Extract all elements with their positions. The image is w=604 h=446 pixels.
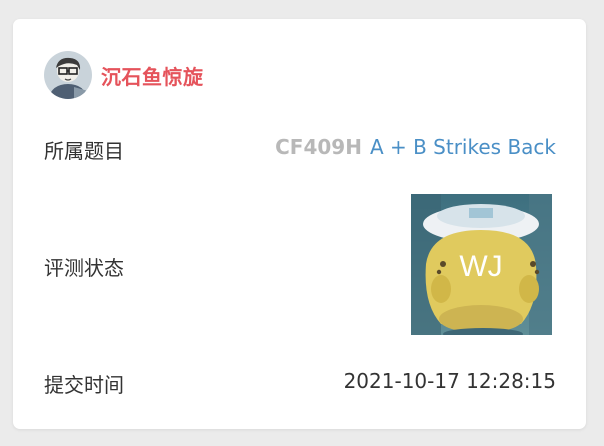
problem-link[interactable]: CF409H A + B Strikes Back — [275, 135, 556, 159]
submit-time: 2021-10-17 12:28:15 — [343, 369, 556, 393]
user-avatar-icon[interactable] — [44, 51, 92, 99]
problem-id[interactable]: CF409H — [275, 135, 362, 159]
status-label: 评测状态 — [44, 256, 124, 280]
user-link[interactable]: 沉石鱼惊旋 — [44, 51, 204, 99]
problem-label: 所属题目 — [44, 139, 124, 163]
waiting-judge-status-image[interactable]: WJ — [411, 194, 552, 335]
status-text: WJ — [459, 250, 502, 283]
username[interactable]: 沉石鱼惊旋 — [101, 61, 204, 90]
time-label: 提交时间 — [44, 373, 124, 397]
submission-card: 沉石鱼惊旋 所属题目 CF409H A + B Strikes Back 评测状… — [13, 19, 586, 429]
problem-title[interactable]: A + B Strikes Back — [370, 135, 556, 159]
